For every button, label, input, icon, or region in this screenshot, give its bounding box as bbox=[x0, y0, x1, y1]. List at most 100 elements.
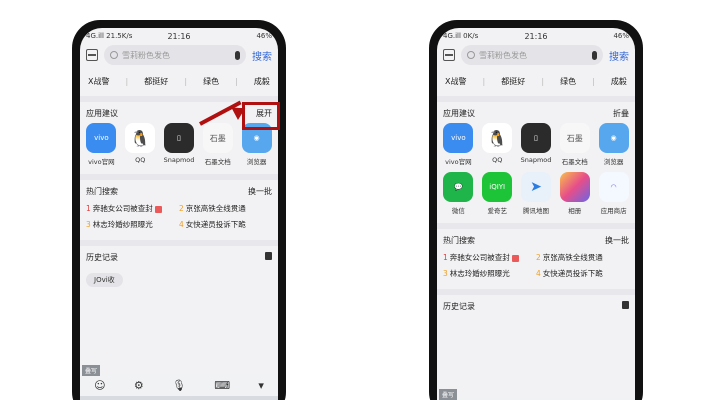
app-label: vivo官网 bbox=[445, 158, 472, 166]
hotword[interactable]: 绿色 bbox=[203, 76, 219, 87]
history-chip[interactable]: JOvi收 bbox=[86, 273, 123, 287]
search-input[interactable]: 雪莉粉色发色 bbox=[461, 45, 603, 65]
app-label: Snapmod bbox=[163, 156, 195, 164]
keyboard-toolbar: ☺ ⚙ 🎙 ⌨ ▾ bbox=[80, 374, 278, 396]
app-item[interactable]: ◠ 应用商店 bbox=[594, 172, 633, 215]
hotword[interactable]: 成毅 bbox=[611, 76, 627, 87]
collapse-keyboard-icon[interactable]: ▾ bbox=[258, 379, 264, 392]
shimo-icon: 石墨 bbox=[559, 123, 590, 153]
list-item[interactable]: 3 林志玲婚纱照曝光 bbox=[443, 268, 536, 279]
collapse-button[interactable]: 折叠 bbox=[613, 108, 629, 119]
trash-icon[interactable] bbox=[622, 301, 629, 309]
mic-icon[interactable]: 🎙 bbox=[172, 379, 186, 392]
app-label: 石墨文档 bbox=[204, 158, 231, 166]
screen-right: 4G.ill 0K/s 21:16 46% 雪莉粉色发色 搜索 X战警 | 都挺… bbox=[437, 28, 635, 400]
history-section-header: 历史记录 bbox=[80, 246, 278, 267]
separator: | bbox=[482, 76, 486, 86]
qq-icon: 🐧 bbox=[125, 123, 156, 153]
history-section-header: 历史记录 bbox=[437, 295, 635, 316]
app-label: 爱奇艺 bbox=[487, 207, 507, 215]
list-item[interactable]: 4 女快递员投诉下跪 bbox=[179, 219, 272, 230]
annotation-highlight-box bbox=[242, 102, 280, 130]
app-item[interactable]: 🐧 QQ bbox=[121, 123, 160, 166]
app-item[interactable]: 石墨 石墨文档 bbox=[555, 123, 594, 166]
list-item[interactable]: 4 女快递员投诉下跪 bbox=[536, 268, 629, 279]
search-input[interactable]: 雪莉粉色发色 bbox=[104, 45, 246, 65]
app-label: 浏览器 bbox=[246, 158, 267, 166]
list-item[interactable]: 2 京张高铁全线贯通 bbox=[179, 203, 272, 214]
hot-section-title: 热门搜索 bbox=[86, 187, 118, 196]
app-label: QQ bbox=[492, 156, 503, 164]
history-section-title: 历史记录 bbox=[86, 253, 118, 262]
list-item[interactable]: 3 林志玲婚纱照曝光 bbox=[86, 219, 179, 230]
app-item[interactable]: ▯ Snapmod bbox=[517, 123, 556, 166]
search-placeholder: 雪莉粉色发色 bbox=[479, 50, 527, 60]
mic-icon[interactable] bbox=[235, 50, 240, 60]
list-item[interactable]: 1 奔驰女公司被查封 bbox=[86, 203, 179, 214]
hot-section-header: 热门搜索 换一批 bbox=[437, 229, 635, 250]
hot-text: 奔驰女公司被查封 bbox=[92, 204, 153, 213]
app-item[interactable]: ◉ 浏览器 bbox=[594, 123, 633, 166]
vivo-icon: vivo bbox=[443, 123, 474, 153]
separator: | bbox=[184, 76, 188, 86]
battery-level: 46% bbox=[613, 32, 629, 40]
trash-icon[interactable] bbox=[265, 252, 272, 260]
status-bar: 4G.ill 0K/s 21:16 46% bbox=[437, 28, 635, 44]
app-item[interactable]: ➤ 腾讯地图 bbox=[517, 172, 556, 215]
app-item[interactable]: vivo vivo官网 bbox=[439, 123, 478, 166]
hot-section-title: 热门搜索 bbox=[443, 236, 475, 245]
shimo-icon: 石墨 bbox=[202, 123, 233, 153]
app-label: vivo官网 bbox=[88, 158, 115, 166]
emoji-icon[interactable]: ☺ bbox=[94, 379, 105, 392]
scan-icon[interactable] bbox=[443, 49, 455, 61]
refresh-button[interactable]: 换一批 bbox=[248, 186, 272, 197]
app-item[interactable]: 💬 微信 bbox=[439, 172, 478, 215]
separator: | bbox=[235, 76, 238, 86]
hotword[interactable]: 成毅 bbox=[254, 76, 270, 87]
refresh-button[interactable]: 换一批 bbox=[605, 235, 629, 246]
keyboard-tag[interactable]: 叠写 bbox=[439, 389, 458, 400]
hotword[interactable]: 绿色 bbox=[560, 76, 576, 87]
app-item[interactable]: 石墨 石墨文档 bbox=[198, 123, 237, 166]
scan-icon[interactable] bbox=[86, 49, 98, 61]
search-button[interactable]: 搜索 bbox=[609, 48, 629, 63]
app-item[interactable]: ▯ Snapmod bbox=[160, 123, 199, 166]
keyboard-icon[interactable]: ⌨ bbox=[214, 379, 230, 392]
rank: 1 bbox=[443, 253, 448, 262]
snapmod-icon: ▯ bbox=[163, 123, 194, 153]
app-label: 相册 bbox=[568, 207, 582, 215]
store-icon: ◠ bbox=[598, 172, 629, 202]
app-item[interactable]: 相册 bbox=[555, 172, 594, 215]
gear-icon[interactable]: ⚙ bbox=[134, 379, 144, 392]
hot-text: 奔驰女公司被查封 bbox=[449, 253, 510, 262]
hotword[interactable]: 都挺好 bbox=[144, 76, 168, 87]
hot-text: 京张高铁全线贯通 bbox=[185, 204, 246, 213]
rank: 3 bbox=[86, 220, 91, 229]
rank: 4 bbox=[179, 220, 184, 229]
separator: | bbox=[125, 76, 129, 86]
mic-icon[interactable] bbox=[592, 50, 597, 60]
hot-list: 1 奔驰女公司被查封 2 京张高铁全线贯通 3 林志玲婚纱照曝光 4 女快递员投诉下跪 bbox=[437, 250, 635, 285]
hot-text: 林志玲婚纱照曝光 bbox=[92, 220, 153, 229]
search-button[interactable]: 搜索 bbox=[252, 48, 272, 63]
hotwords-bar: X战警 | 都挺好 | 绿色 | 成毅 bbox=[80, 70, 278, 92]
app-item[interactable]: vivo vivo官网 bbox=[82, 123, 121, 166]
hotword[interactable]: 都挺好 bbox=[501, 76, 525, 87]
wechat-icon: 💬 bbox=[443, 172, 474, 202]
app-item[interactable]: iQIYI 爱奇艺 bbox=[478, 172, 517, 215]
app-label: 浏览器 bbox=[603, 158, 624, 166]
app-item[interactable]: 🐧 QQ bbox=[478, 123, 517, 166]
rank: 1 bbox=[86, 204, 91, 213]
keyboard: 叠写 ☺ ⚙ 🎙 ⌨ ▾ bbox=[80, 365, 278, 400]
rank: 2 bbox=[536, 253, 541, 262]
app-label: Snapmod bbox=[520, 156, 552, 164]
clock: 21:16 bbox=[524, 31, 548, 41]
hotword[interactable]: X战警 bbox=[88, 76, 109, 87]
browser-icon: ◉ bbox=[598, 123, 629, 153]
map-icon: ➤ bbox=[520, 172, 551, 202]
list-item[interactable]: 2 京张高铁全线贯通 bbox=[536, 252, 629, 263]
keyboard-tag[interactable]: 叠写 bbox=[82, 365, 101, 376]
list-item[interactable]: 1 奔驰女公司被查封 bbox=[443, 252, 536, 263]
hotwords-bar: X战警 | 都挺好 | 绿色 | 成毅 bbox=[437, 70, 635, 92]
hotword[interactable]: X战警 bbox=[445, 76, 466, 87]
